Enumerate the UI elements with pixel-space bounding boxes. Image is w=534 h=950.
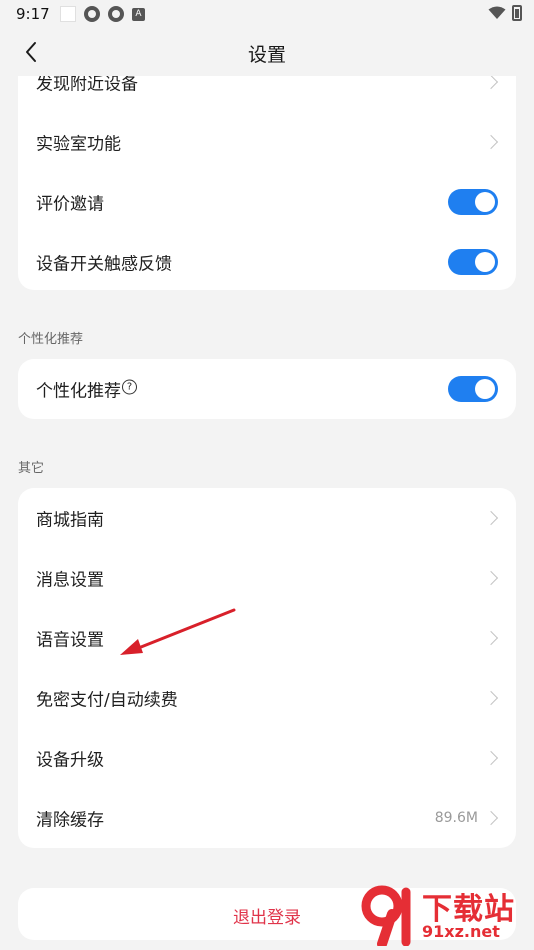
personalize-card: 个性化推荐? (18, 359, 516, 419)
settings-item-haptic-feedback: 设备开关触感反馈 (18, 232, 516, 292)
chevron-right-icon (483, 76, 499, 90)
watermark: 下载站 91xz.net (360, 884, 530, 946)
chevron-right-icon (483, 510, 499, 526)
wifi-icon (488, 6, 506, 19)
status-bar: 9:17 A (0, 0, 534, 28)
settings-item-label: 免密支付/自动续费 (36, 690, 178, 711)
settings-item-voice-settings[interactable]: 语音设置 (18, 608, 516, 668)
toggle-knob (475, 252, 495, 272)
settings-item-label: 评价邀请 (36, 194, 104, 215)
watermark-logo-icon (361, 885, 411, 946)
chevron-right-icon (483, 630, 499, 646)
settings-item-lab-features[interactable]: 实验室功能 (18, 112, 516, 172)
notification-square-icon (60, 6, 76, 22)
settings-item-rating-invite: 评价邀请 (18, 172, 516, 232)
chevron-right-icon (483, 570, 499, 586)
status-time: 9:17 (16, 5, 50, 23)
font-notification-icon: A (132, 7, 145, 21)
haptic-feedback-toggle[interactable] (448, 249, 498, 275)
question-circle-icon[interactable]: ? (122, 379, 137, 395)
system-icons (488, 5, 522, 21)
page-title: 设置 (247, 44, 286, 66)
chevron-right-icon (483, 750, 499, 766)
battery-icon (512, 5, 522, 21)
watermark-url: 91xz.net (422, 922, 500, 941)
other-settings-card: 商城指南 消息设置 语音设置 免密支付/自动续费 设备升级 清除缓存 89.6M (18, 488, 516, 848)
settings-item-label: 消息设置 (36, 570, 104, 591)
settings-item-personalized-recommendation: 个性化推荐? (18, 359, 516, 419)
nav-bar: 设置 (0, 28, 534, 76)
settings-item-label: 语音设置 (36, 630, 104, 651)
toggle-knob (475, 379, 495, 399)
app-notification-icon (84, 6, 100, 22)
settings-item-label: 清除缓存 (36, 810, 104, 831)
settings-item-label: 设备升级 (36, 750, 104, 771)
section-title-personalize: 个性化推荐 (18, 332, 84, 347)
settings-item-label: 个性化推荐? (36, 377, 137, 402)
chevron-right-icon (483, 690, 499, 706)
settings-item-clear-cache[interactable]: 清除缓存 89.6M (18, 788, 516, 848)
settings-item-password-free-payment[interactable]: 免密支付/自动续费 (18, 668, 516, 728)
rating-invite-toggle[interactable] (448, 189, 498, 215)
personalized-recommendation-toggle[interactable] (448, 376, 498, 402)
settings-scroll-area[interactable]: 发现附近设备 实验室功能 评价邀请 设备开关触感反馈 个性化推荐 个性化推荐? … (0, 76, 534, 950)
settings-item-label: 设备开关触感反馈 (36, 254, 172, 275)
settings-item-mall-guide[interactable]: 商城指南 (18, 488, 516, 548)
toggle-knob (475, 192, 495, 212)
notification-icons: A (60, 6, 145, 22)
chevron-right-icon (483, 810, 499, 826)
annotation-arrow-icon (120, 608, 236, 655)
settings-item-discover-nearby[interactable]: 发现附近设备 (18, 76, 516, 112)
settings-item-label: 发现附近设备 (36, 76, 138, 95)
chevron-right-icon (483, 134, 499, 150)
settings-item-label: 实验室功能 (36, 134, 121, 155)
app-notification-icon (108, 6, 124, 22)
general-settings-card: 发现附近设备 实验室功能 评价邀请 设备开关触感反馈 (18, 76, 516, 290)
settings-item-label: 商城指南 (36, 510, 104, 531)
cache-size-value: 89.6M (434, 810, 478, 826)
settings-item-device-upgrade[interactable]: 设备升级 (18, 728, 516, 788)
section-title-other: 其它 (18, 461, 45, 476)
personalize-label-text: 个性化推荐 (36, 381, 121, 402)
settings-item-message-settings[interactable]: 消息设置 (18, 548, 516, 608)
